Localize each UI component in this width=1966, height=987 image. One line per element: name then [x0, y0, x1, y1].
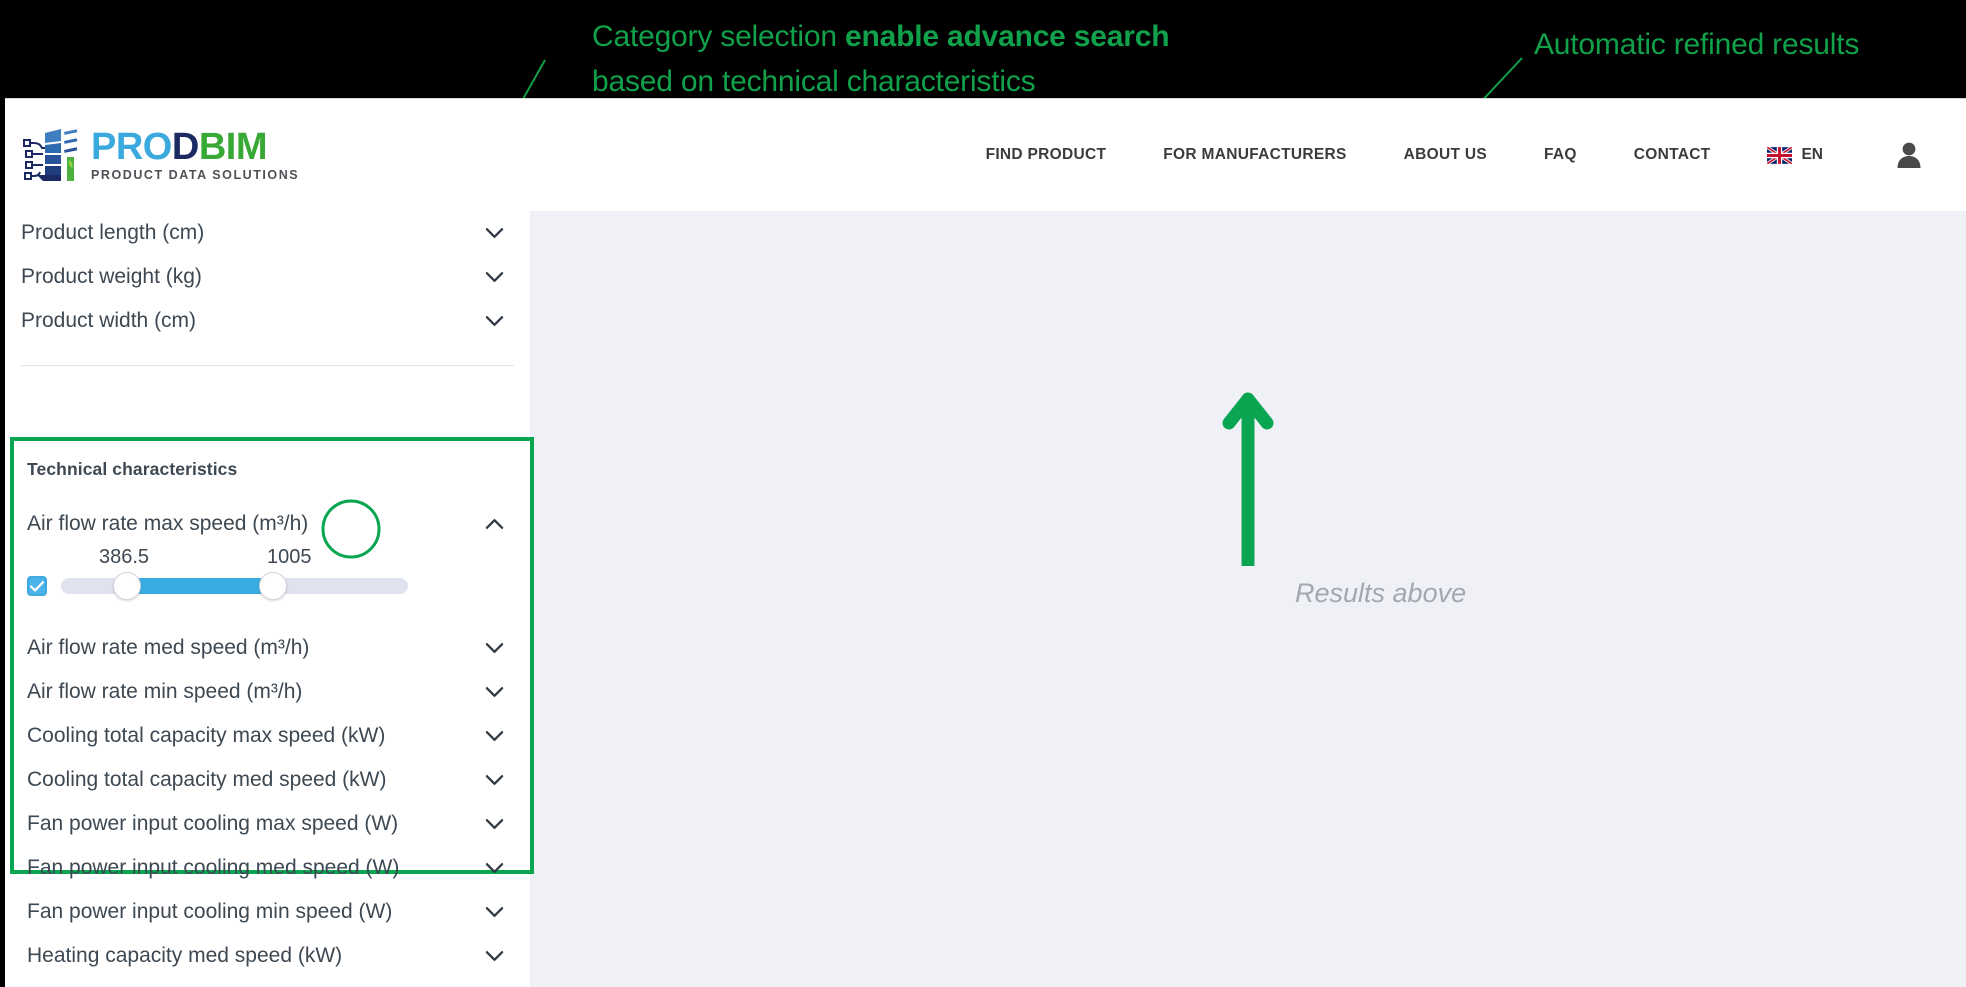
- logo-wordmark: PRODBIM: [91, 128, 299, 166]
- language-label: EN: [1801, 146, 1823, 163]
- logo-tagline: PRODUCT DATA SOLUTIONS: [91, 168, 300, 182]
- range-slider-handle-max[interactable]: [258, 572, 287, 600]
- uk-flag-icon: [1767, 146, 1793, 164]
- filter-label: Fan power input cooling med speed (W): [27, 856, 400, 879]
- filter-row-air-flow-max-speed[interactable]: Air flow rate max speed (m³/h): [14, 502, 530, 546]
- chevron-down-icon: [485, 272, 504, 282]
- technical-characteristics-panel: Technical characteristics Air flow rate …: [10, 437, 534, 967]
- screenshot-stage: Category selection enable advance search…: [0, 0, 1966, 987]
- technical-characteristics-title: Technical characteristics: [27, 459, 238, 479]
- filter-enable-checkbox[interactable]: [27, 576, 47, 596]
- nav-about-us[interactable]: ABOUT US: [1404, 146, 1487, 164]
- filter-row-air-flow-min-speed[interactable]: Air flow rate min speed (m³/h): [14, 670, 530, 714]
- range-min-value: 386.5: [99, 546, 150, 568]
- range-slider-values: 386.5 1005: [27, 546, 530, 576]
- site-logo[interactable]: PRODBIM PRODUCT DATA SOLUTIONS: [23, 127, 299, 183]
- language-switcher[interactable]: EN: [1767, 146, 1823, 164]
- annotation-left-line1-normal: Category selection: [592, 20, 846, 53]
- filter-label: Heating capacity med speed (kW): [27, 944, 343, 967]
- annotation-left-line1-bold: enable advance search: [845, 20, 1170, 53]
- logo-word-bim: BIM: [198, 126, 268, 168]
- top-filter-list: Product length (cm) Product weight (kg) …: [5, 211, 530, 366]
- technical-filter-list: Air flow rate med speed (m³/h) Air flow …: [14, 626, 530, 978]
- chevron-down-icon: [485, 863, 504, 873]
- filter-row-heating-capacity-med-speed[interactable]: Heating capacity med speed (kW): [14, 934, 530, 978]
- filter-label: Air flow rate med speed (m³/h): [27, 636, 310, 659]
- prodbim-logo-icon: [23, 129, 78, 181]
- main-navigation: FIND PRODUCT FOR MANUFACTURERS ABOUT US …: [986, 141, 1966, 169]
- filter-label: Product length (cm): [21, 221, 205, 244]
- filter-label: Fan power input cooling min speed (W): [27, 900, 393, 923]
- filter-row-product-width[interactable]: Product width (cm): [5, 299, 530, 343]
- filter-row-cooling-capacity-med-speed[interactable]: Cooling total capacity med speed (kW): [14, 758, 530, 802]
- annotation-left-text: Category selection enable advance search…: [592, 14, 1170, 104]
- filter-label: Product width (cm): [21, 309, 197, 332]
- filter-label: Product weight (kg): [21, 265, 202, 288]
- filter-row-air-flow-med-speed[interactable]: Air flow rate med speed (m³/h): [14, 626, 530, 670]
- chevron-down-icon: [485, 907, 504, 917]
- check-icon: [30, 580, 44, 592]
- nav-faq[interactable]: FAQ: [1544, 146, 1577, 164]
- filter-row-fan-power-cooling-max-speed[interactable]: Fan power input cooling max speed (W): [14, 802, 530, 846]
- filter-label: Cooling total capacity max speed (kW): [27, 724, 386, 747]
- range-slider-row: [27, 572, 530, 600]
- filter-label: Fan power input cooling max speed (W): [27, 812, 399, 835]
- filter-row-product-length[interactable]: Product length (cm): [5, 211, 530, 255]
- nav-for-manufacturers[interactable]: FOR MANUFACTURERS: [1163, 146, 1346, 164]
- user-icon[interactable]: [1896, 141, 1922, 169]
- filter-label: Air flow rate min speed (m³/h): [27, 680, 303, 703]
- logo-word-d: D: [171, 126, 199, 168]
- filter-label: Cooling total capacity med speed (kW): [27, 768, 387, 791]
- chevron-down-icon: [485, 687, 504, 697]
- browser-viewport: PRODBIM PRODUCT DATA SOLUTIONS FIND PROD…: [5, 98, 1966, 987]
- nav-find-product[interactable]: FIND PRODUCT: [986, 146, 1107, 164]
- range-slider-track[interactable]: [61, 572, 408, 600]
- filter-row-product-weight[interactable]: Product weight (kg): [5, 255, 530, 299]
- annotation-right-text: Automatic refined results: [1534, 28, 1860, 61]
- chevron-down-icon: [485, 731, 504, 741]
- chevron-up-icon: [485, 519, 504, 529]
- annotation-callout-circle: [321, 499, 381, 559]
- range-slider-handle-min[interactable]: [112, 572, 141, 600]
- nav-contact[interactable]: CONTACT: [1634, 146, 1711, 164]
- results-above-label: Results above: [1295, 578, 1467, 608]
- chevron-down-icon: [485, 228, 504, 238]
- filter-label: Air flow rate max speed (m³/h): [27, 512, 309, 535]
- chevron-down-icon: [485, 819, 504, 829]
- logo-word-pro: PRO: [91, 126, 172, 168]
- range-slider-area: 386.5 1005: [14, 546, 530, 610]
- chevron-down-icon: [485, 775, 504, 785]
- site-header: PRODBIM PRODUCT DATA SOLUTIONS FIND PROD…: [5, 98, 1966, 211]
- up-arrow-icon: [1222, 392, 1274, 566]
- filter-row-fan-power-cooling-med-speed[interactable]: Fan power input cooling med speed (W): [14, 846, 530, 890]
- chevron-down-icon: [485, 316, 504, 326]
- filter-row-fan-power-cooling-min-speed[interactable]: Fan power input cooling min speed (W): [14, 890, 530, 934]
- range-max-value: 1005: [267, 546, 312, 568]
- filter-row-cooling-capacity-max-speed[interactable]: Cooling total capacity max speed (kW): [14, 714, 530, 758]
- chevron-down-icon: [485, 643, 504, 653]
- range-slider-fill: [126, 578, 273, 594]
- results-pane: Results above: [530, 211, 1966, 987]
- sidebar-divider: [21, 365, 514, 366]
- chevron-down-icon: [485, 951, 504, 961]
